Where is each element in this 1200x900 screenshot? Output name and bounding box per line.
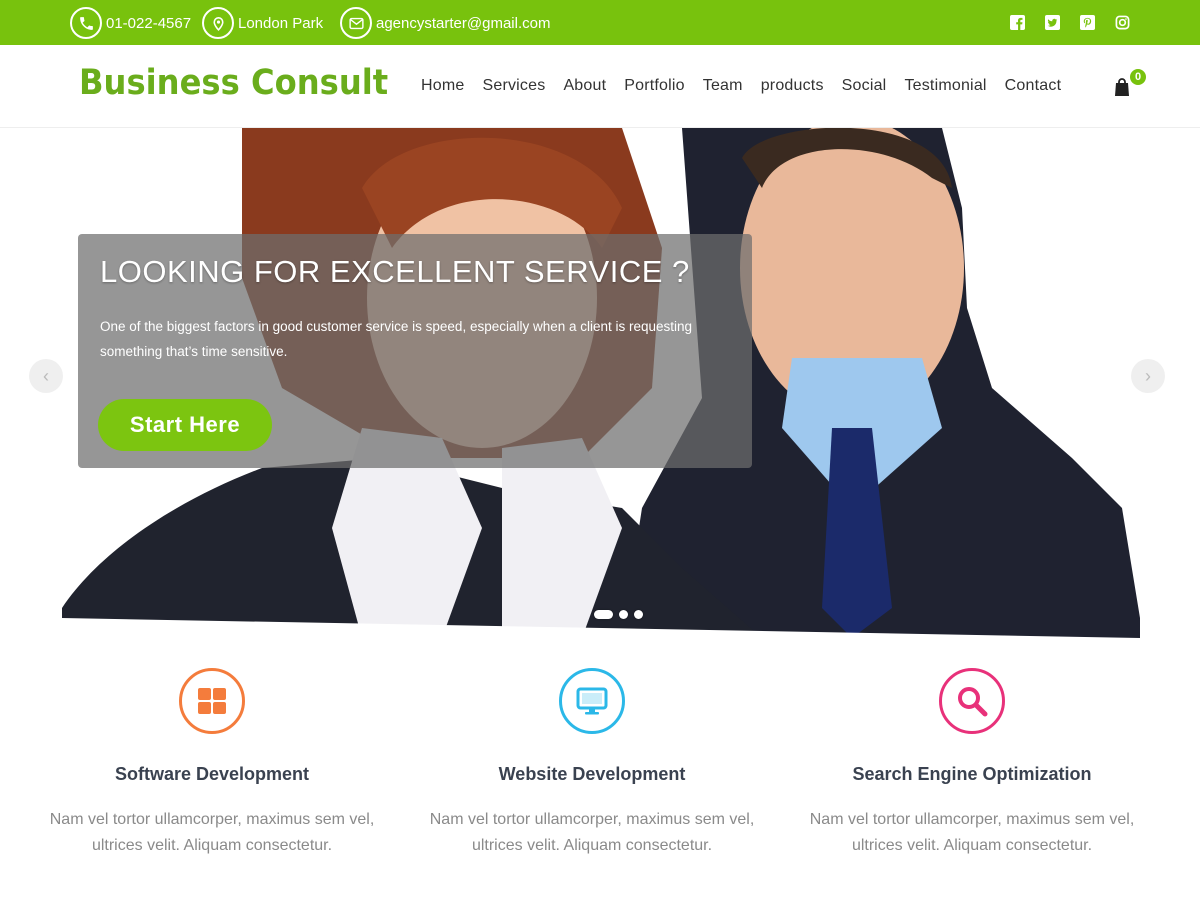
site-logo[interactable]: Business Consult (79, 63, 388, 103)
chevron-right-icon: › (1145, 365, 1151, 386)
phone-text: 01-022-4567 (106, 14, 192, 32)
slider-dot-2[interactable] (619, 610, 628, 619)
service-title: Software Development (114, 764, 310, 784)
start-here-button[interactable]: Start Here (98, 399, 272, 451)
shopping-bag-icon[interactable] (1113, 77, 1131, 97)
nav-testimonial[interactable]: Testimonial (895, 77, 995, 95)
email-text: agencystarter@gmail.com (376, 14, 551, 32)
service-description: Nam vel tortor ullamcorper, maximus sem … (809, 811, 1135, 854)
hero-slider: LOOKING FOR EXCELLENT SERVICE ? One of t… (0, 128, 1200, 638)
service-search-engine-optimization: Search Engine Optimization Nam vel torto… (782, 668, 1162, 859)
service-description: Nam vel tortor ullamcorper, maximus sem … (49, 811, 375, 854)
pinterest-icon[interactable] (1079, 14, 1095, 30)
hero-title: LOOKING FOR EXCELLENT SERVICE ? (100, 254, 690, 289)
nav-services[interactable]: Services (473, 77, 554, 95)
service-description: Nam vel tortor ullamcorper, maximus sem … (429, 811, 755, 854)
service-title: Search Engine Optimization (852, 764, 1092, 784)
phone-contact[interactable]: 01-022-4567 (70, 7, 192, 39)
site-header: Business Consult Home Services About Por… (0, 45, 1200, 128)
location-contact[interactable]: London Park (202, 7, 324, 39)
slider-dot-1[interactable] (594, 610, 613, 619)
facebook-icon[interactable] (1009, 14, 1025, 30)
slider-dots (594, 610, 649, 619)
slider-next-button[interactable]: › (1131, 359, 1165, 393)
nav-products[interactable]: products (752, 77, 833, 95)
slider-dot-3[interactable] (634, 610, 643, 619)
nav-social[interactable]: Social (833, 77, 896, 95)
nav-home[interactable]: Home (412, 77, 473, 95)
slider-prev-button[interactable]: ‹ (29, 359, 63, 393)
service-title: Website Development (498, 764, 686, 784)
phone-icon (70, 7, 102, 39)
hero-text: One of the biggest factors in good custo… (100, 319, 693, 359)
search-icon (939, 668, 1005, 734)
twitter-icon[interactable] (1044, 14, 1060, 30)
chevron-left-icon: ‹ (43, 365, 49, 386)
hero-caption: LOOKING FOR EXCELLENT SERVICE ? One of t… (78, 234, 752, 468)
service-website-development: Website Development Nam vel tortor ullam… (402, 668, 782, 859)
nav-about[interactable]: About (554, 77, 615, 95)
map-pin-icon (202, 7, 234, 39)
instagram-icon[interactable] (1114, 14, 1130, 30)
main-nav: Home Services About Portfolio Team produ… (412, 77, 1070, 95)
service-software-development: Software Development Nam vel tortor ulla… (22, 668, 402, 859)
email-contact[interactable]: agencystarter@gmail.com (340, 7, 551, 39)
monitor-icon (559, 668, 625, 734)
location-text: London Park (238, 14, 324, 32)
nav-team[interactable]: Team (694, 77, 752, 95)
nav-contact[interactable]: Contact (996, 77, 1071, 95)
top-bar: 01-022-4567 London Park agencystarter@gm… (0, 0, 1200, 45)
mail-icon (340, 7, 372, 39)
grid-icon (179, 668, 245, 734)
cart-count-badge: 0 (1130, 69, 1146, 85)
nav-portfolio[interactable]: Portfolio (615, 77, 694, 95)
